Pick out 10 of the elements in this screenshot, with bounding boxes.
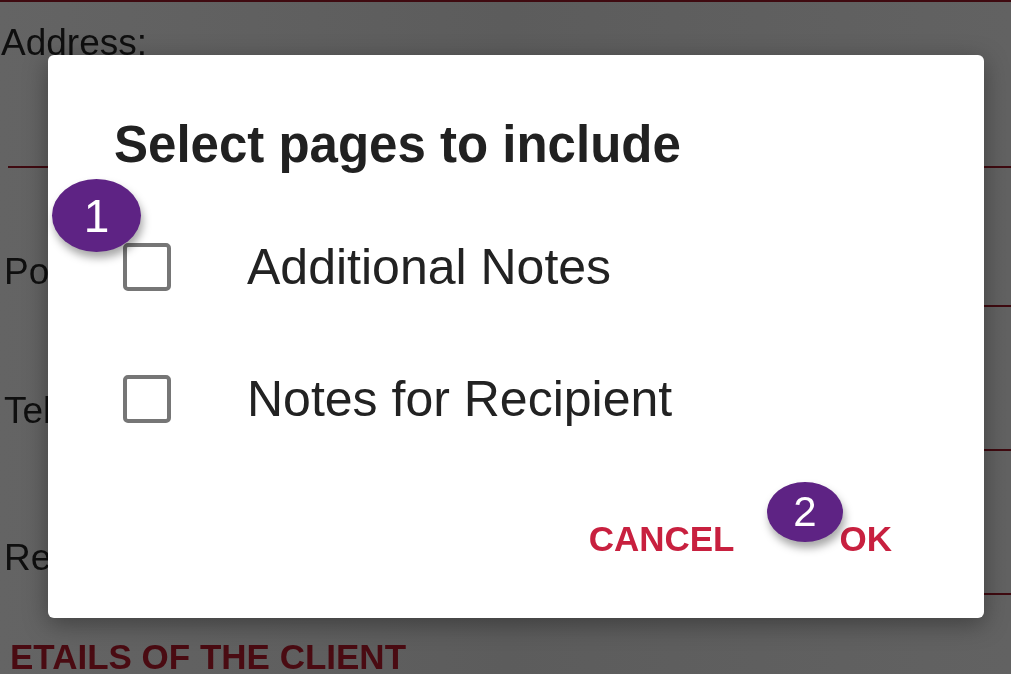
- checkbox[interactable]: [123, 243, 171, 291]
- form-label: Re: [3, 537, 52, 579]
- option-label[interactable]: Additional Notes: [247, 239, 612, 295]
- form-label: Address:: [0, 22, 147, 64]
- option-label[interactable]: Notes for Recipient: [247, 371, 673, 427]
- cancel-button[interactable]: CANCEL: [588, 518, 735, 560]
- checkbox[interactable]: [123, 375, 171, 423]
- form-label: Po: [3, 251, 50, 293]
- section-heading: ETAILS OF THE CLIENT: [10, 643, 406, 671]
- dialog-title: Select pages to include: [114, 115, 681, 175]
